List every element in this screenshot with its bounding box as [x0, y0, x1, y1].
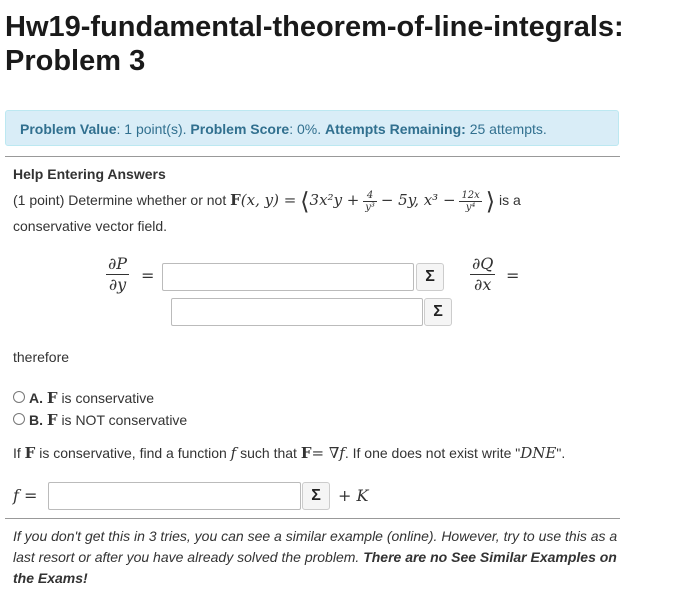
- problem-score-text: : 0%.: [289, 121, 322, 137]
- help-entering-answers-link[interactable]: Help Entering Answers: [13, 166, 166, 182]
- component1-start: 3x²y +: [309, 191, 360, 209]
- sigma-icon-f[interactable]: Σ: [302, 482, 330, 510]
- therefore-text: therefore: [13, 349, 70, 365]
- sigma-icon-dQdx[interactable]: Σ: [424, 298, 452, 326]
- problem-statement-line2: conservative vector field.: [13, 218, 168, 234]
- find-such: such that: [240, 445, 297, 461]
- f-equals-label: f =: [13, 486, 38, 505]
- problem-value-label: Problem Value: [20, 121, 117, 137]
- equals-sign-2: =: [506, 266, 520, 285]
- dQdx-denominator: ∂x: [474, 275, 492, 294]
- option-a-F: F: [46, 389, 58, 407]
- is-a-text: is a: [498, 192, 521, 208]
- frac1-denominator: y³: [365, 201, 375, 213]
- frac1-numerator: 4: [363, 190, 377, 202]
- component1-end: − 5y, x³ −: [380, 191, 456, 209]
- find-pre: If: [13, 445, 21, 461]
- f-answer-input[interactable]: [48, 482, 301, 510]
- field-args: (x, y) =: [240, 191, 297, 209]
- fraction-4-over-y3: 4 y³: [363, 190, 377, 213]
- attempts-text: 25 attempts.: [469, 121, 547, 137]
- find-end: ".: [556, 445, 566, 461]
- find-f: f: [230, 444, 237, 462]
- find-function-instruction: If F is conservative, find a function f …: [13, 444, 565, 462]
- dQ-dx-fraction: ∂Q ∂x: [470, 254, 496, 295]
- find-F: F: [24, 444, 36, 462]
- option-b-label[interactable]: B. F is NOT conservative: [29, 411, 187, 429]
- dPdy-numerator: ∂P: [106, 254, 130, 275]
- option-b-letter: B.: [29, 412, 43, 428]
- sigma-icon-dPdy[interactable]: Σ: [416, 263, 444, 291]
- find-post: . If one does not exist write ": [344, 445, 521, 461]
- dQdx-numerator: ∂Q: [470, 254, 496, 275]
- dPdy-answer-input[interactable]: [162, 263, 414, 291]
- problem-value-text: : 1 point(s).: [116, 121, 187, 137]
- plus-k-label: + K: [338, 486, 369, 505]
- find-mid: is conservative, find a function: [39, 445, 227, 461]
- find-F2: F: [300, 444, 312, 462]
- dPdy-denominator: ∂y: [108, 275, 127, 294]
- footer-note: If you don't get this in 3 tries, you ca…: [13, 526, 618, 589]
- problem-score-label: Problem Score: [190, 121, 290, 137]
- option-b-F: F: [46, 411, 58, 429]
- attempts-label: Attempts Remaining:: [325, 121, 466, 137]
- frac2-denominator: y⁴: [465, 201, 476, 213]
- dP-dy-fraction: ∂P ∂y: [106, 254, 130, 295]
- divider: [5, 156, 620, 157]
- right-angle-icon: ⟩: [485, 187, 496, 216]
- page-title: Hw19-fundamental-theorem-of-line-integra…: [5, 11, 624, 77]
- option-b-radio[interactable]: [13, 413, 25, 425]
- find-dne: DNE: [520, 444, 557, 462]
- option-a-radio[interactable]: [13, 391, 25, 403]
- left-angle-icon: ⟨: [300, 187, 310, 216]
- field-F: F: [230, 191, 241, 209]
- equals-sign-1: =: [141, 266, 155, 285]
- problem-intro: (1 point) Determine whether or not: [13, 192, 227, 208]
- find-eq: = ∇f: [311, 444, 345, 462]
- option-a-letter: A.: [29, 390, 43, 406]
- option-a-text: is conservative: [61, 390, 155, 406]
- option-a-label[interactable]: A. F is conservative: [29, 389, 154, 407]
- problem-info-bar: Problem Value: 1 point(s). Problem Score…: [5, 110, 619, 146]
- frac2-numerator: 12x: [459, 189, 482, 202]
- fraction-12x-over-y4: 12x y⁴: [459, 189, 482, 213]
- footer-divider: [5, 518, 620, 519]
- problem-statement: (1 point) Determine whether or not F(x, …: [13, 186, 521, 216]
- dQdx-answer-input[interactable]: [171, 298, 423, 326]
- option-b-text: is NOT conservative: [61, 412, 188, 428]
